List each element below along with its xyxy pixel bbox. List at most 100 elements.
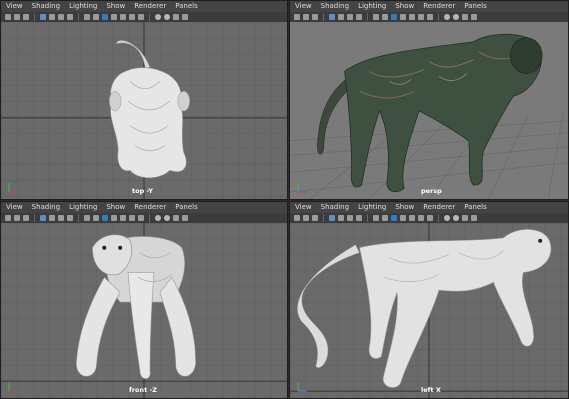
textured-icon[interactable] (347, 14, 353, 20)
grid-icon[interactable] (23, 14, 29, 20)
camera-icon[interactable] (294, 215, 300, 221)
wireframe-icon[interactable] (329, 215, 335, 221)
menu-show[interactable]: Show (395, 1, 414, 12)
xray-icon[interactable] (93, 14, 99, 20)
menu-panels[interactable]: Panels (175, 202, 198, 213)
resolution-gate-icon[interactable] (173, 14, 179, 20)
menu-renderer[interactable]: Renderer (423, 202, 455, 213)
sphere-icon[interactable] (444, 215, 450, 221)
menu-panels[interactable]: Panels (464, 202, 487, 213)
menu-renderer[interactable]: Renderer (423, 1, 455, 12)
isolate-icon[interactable] (84, 215, 90, 221)
menu-shading[interactable]: Shading (32, 202, 60, 213)
view-cube-icon[interactable] (102, 14, 108, 20)
frame-all-icon[interactable] (14, 14, 20, 20)
view-cube-icon[interactable] (391, 14, 397, 20)
ao-icon[interactable] (120, 215, 126, 221)
menu-shading[interactable]: Shading (32, 1, 60, 12)
shadow-icon[interactable] (111, 215, 117, 221)
sphere-icon[interactable] (444, 14, 450, 20)
view-cube-icon[interactable] (102, 215, 108, 221)
frame-all-icon[interactable] (14, 215, 20, 221)
viewport-persp[interactable]: View Shading Lighting Show Renderer Pane… (289, 0, 569, 200)
viewport-left[interactable]: View Shading Lighting Show Renderer Pane… (289, 201, 569, 399)
sphere-icon[interactable] (155, 215, 161, 221)
scene-front[interactable] (1, 223, 287, 398)
isolate-icon[interactable] (84, 14, 90, 20)
menu-panels[interactable]: Panels (464, 1, 487, 12)
menu-view[interactable]: View (6, 1, 23, 12)
sphere-icon[interactable] (453, 215, 459, 221)
resolution-gate-icon[interactable] (462, 215, 468, 221)
menu-lighting[interactable]: Lighting (69, 202, 97, 213)
lights-icon[interactable] (356, 14, 362, 20)
sphere-icon[interactable] (155, 14, 161, 20)
lights-icon[interactable] (67, 14, 73, 20)
dof-icon[interactable] (138, 215, 144, 221)
sphere-icon[interactable] (164, 215, 170, 221)
aa-icon[interactable] (418, 14, 424, 20)
smooth-shade-icon[interactable] (338, 215, 344, 221)
film-gate-icon[interactable] (471, 215, 477, 221)
textured-icon[interactable] (58, 215, 64, 221)
aa-icon[interactable] (129, 215, 135, 221)
textured-icon[interactable] (347, 215, 353, 221)
wireframe-icon[interactable] (40, 215, 46, 221)
isolate-icon[interactable] (373, 215, 379, 221)
viewport-top[interactable]: View Shading Lighting Show Renderer Pane… (0, 0, 288, 200)
scene-left[interactable] (290, 223, 568, 398)
menu-lighting[interactable]: Lighting (358, 1, 386, 12)
film-gate-icon[interactable] (182, 215, 188, 221)
isolate-icon[interactable] (373, 14, 379, 20)
film-gate-icon[interactable] (182, 14, 188, 20)
xray-icon[interactable] (382, 215, 388, 221)
shadow-icon[interactable] (400, 14, 406, 20)
grid-icon[interactable] (312, 215, 318, 221)
smooth-shade-icon[interactable] (49, 14, 55, 20)
shadow-icon[interactable] (111, 14, 117, 20)
grid-icon[interactable] (23, 215, 29, 221)
dof-icon[interactable] (427, 14, 433, 20)
menu-show[interactable]: Show (395, 202, 414, 213)
xray-icon[interactable] (382, 14, 388, 20)
xray-icon[interactable] (93, 215, 99, 221)
camera-icon[interactable] (294, 14, 300, 20)
film-gate-icon[interactable] (471, 14, 477, 20)
wireframe-icon[interactable] (40, 14, 46, 20)
aa-icon[interactable] (418, 215, 424, 221)
camera-icon[interactable] (5, 14, 11, 20)
menu-view[interactable]: View (6, 202, 23, 213)
frame-all-icon[interactable] (303, 215, 309, 221)
menu-view[interactable]: View (295, 202, 312, 213)
menu-shading[interactable]: Shading (321, 1, 349, 12)
menu-renderer[interactable]: Renderer (134, 202, 166, 213)
lights-icon[interactable] (67, 215, 73, 221)
view-cube-icon[interactable] (391, 215, 397, 221)
frame-all-icon[interactable] (303, 14, 309, 20)
menu-shading[interactable]: Shading (321, 202, 349, 213)
menu-renderer[interactable]: Renderer (134, 1, 166, 12)
sphere-icon[interactable] (453, 14, 459, 20)
smooth-shade-icon[interactable] (49, 215, 55, 221)
shadow-icon[interactable] (400, 215, 406, 221)
dof-icon[interactable] (138, 14, 144, 20)
scene-top[interactable] (1, 22, 287, 199)
ao-icon[interactable] (409, 215, 415, 221)
scene-persp[interactable] (290, 22, 568, 199)
menu-view[interactable]: View (295, 1, 312, 12)
menu-show[interactable]: Show (106, 1, 125, 12)
aa-icon[interactable] (129, 14, 135, 20)
sphere-icon[interactable] (164, 14, 170, 20)
resolution-gate-icon[interactable] (462, 14, 468, 20)
menu-lighting[interactable]: Lighting (358, 202, 386, 213)
camera-icon[interactable] (5, 215, 11, 221)
wireframe-icon[interactable] (329, 14, 335, 20)
menu-lighting[interactable]: Lighting (69, 1, 97, 12)
grid-icon[interactable] (312, 14, 318, 20)
ao-icon[interactable] (409, 14, 415, 20)
menu-panels[interactable]: Panels (175, 1, 198, 12)
textured-icon[interactable] (58, 14, 64, 20)
smooth-shade-icon[interactable] (338, 14, 344, 20)
lights-icon[interactable] (356, 215, 362, 221)
resolution-gate-icon[interactable] (173, 215, 179, 221)
